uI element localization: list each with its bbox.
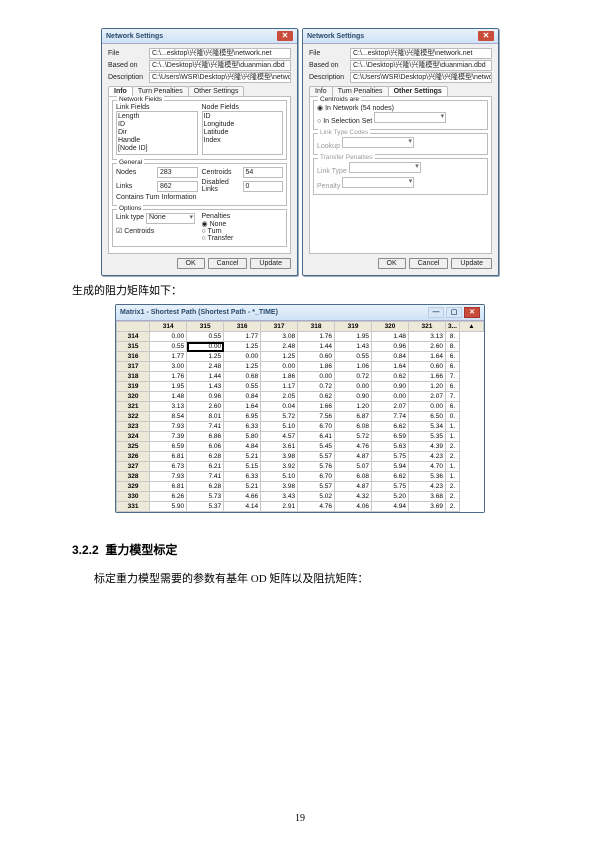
link-type-codes-fieldset: Lookup: [313, 133, 488, 155]
column-header: Link Fields: [116, 104, 198, 111]
tp-penalty-dropdown: [342, 177, 414, 188]
close-icon[interactable]: ✕: [277, 31, 293, 41]
centroids-fieldset: In Network (54 nodes) In Selection Set: [313, 100, 488, 130]
update-button[interactable]: Update: [250, 258, 291, 269]
disabled-links-value: 0: [243, 181, 284, 192]
tab-info[interactable]: Info: [309, 86, 333, 96]
window-title: Network Settings: [106, 33, 163, 40]
cancel-button[interactable]: Cancel: [409, 258, 449, 269]
file-path-field: C:\...esktop\兴隆\兴隆模型\network.net: [149, 48, 291, 59]
ok-button[interactable]: OK: [378, 258, 406, 269]
ok-button[interactable]: OK: [177, 258, 205, 269]
selection-set-dropdown[interactable]: [374, 112, 446, 123]
general-fieldset: Nodes283 Centroids54 Links862 Disabled L…: [112, 163, 287, 206]
description-field: C:\Users\WSR\Desktop\兴隆\兴隆模型\network.net: [350, 72, 492, 83]
paragraph: 标定重力模型需要的参数有基年 OD 矩阵以及阻抗矩阵：: [72, 570, 528, 586]
matrix-table[interactable]: 3143153163173183193203213...▲3140.000.55…: [116, 321, 484, 512]
contains-turn-info: Contains Turn Information: [116, 194, 283, 201]
column-header: Node Fields: [202, 104, 284, 111]
link-fields-list[interactable]: Length ID Dir Handle [Node ID]: [116, 111, 198, 155]
tab-other-settings[interactable]: Other Settings: [388, 86, 448, 96]
tab-turn-penalties[interactable]: Turn Penalties: [332, 86, 389, 96]
link-type-dropdown[interactable]: None: [146, 213, 195, 224]
links-value: 862: [157, 181, 198, 192]
label: Description: [108, 74, 146, 81]
matrix-window: Matrix1 - Shortest Path (Shortest Path -…: [115, 304, 485, 513]
centroids-in-network-radio[interactable]: In Network (54 nodes): [317, 104, 484, 112]
transfer-penalties-fieldset: Link Type Penalty: [313, 158, 488, 195]
page-number: 19: [0, 813, 600, 824]
matrix-window-title: Matrix1 - Shortest Path (Shortest Path -…: [120, 309, 278, 316]
update-button[interactable]: Update: [451, 258, 492, 269]
minimize-icon[interactable]: —: [428, 307, 444, 318]
close-icon[interactable]: ✕: [478, 31, 494, 41]
tab-other-settings[interactable]: Other Settings: [188, 86, 245, 96]
file-path-field: C:\...esktop\兴隆\兴隆模型\network.net: [350, 48, 492, 59]
centroids-checkbox[interactable]: Centroids: [116, 227, 198, 235]
description-field: C:\Users\WSR\Desktop\兴隆\兴隆模型\network.net: [149, 72, 291, 83]
network-fields-fieldset: Link Fields Length ID Dir Handle [Node I…: [112, 100, 287, 160]
label: File: [108, 50, 146, 57]
lookup-dropdown: [342, 137, 414, 148]
tab-info[interactable]: Info: [108, 86, 133, 96]
maximize-icon[interactable]: ▢: [446, 307, 462, 318]
centroids-in-selection-radio[interactable]: In Selection Set: [317, 112, 484, 125]
network-settings-dialog-left: Network Settings ✕ File C:\...esktop\兴隆\…: [101, 28, 298, 276]
close-icon[interactable]: ✕: [464, 307, 480, 318]
based-on-field: C:\..\Desktop\兴隆\兴隆模型\duanmian.dbd: [350, 60, 492, 71]
label: Based on: [108, 62, 146, 69]
penalty-transfer-radio[interactable]: Transfer: [202, 235, 284, 242]
tab-turn-penalties[interactable]: Turn Penalties: [132, 86, 189, 96]
nodes-value: 283: [157, 167, 198, 178]
tp-link-type-dropdown: [349, 162, 421, 173]
penalty-none-radio[interactable]: None: [202, 220, 284, 228]
options-fieldset: Link type None Centroids Penalties None …: [112, 209, 287, 247]
cancel-button[interactable]: Cancel: [208, 258, 248, 269]
paragraph: 生成的阻力矩阵如下：: [72, 282, 528, 298]
window-title: Network Settings: [307, 33, 364, 40]
penalty-turn-radio[interactable]: Turn: [202, 228, 284, 235]
node-fields-list[interactable]: ID Longitude Latitude Index: [202, 111, 284, 155]
centroids-value: 54: [243, 167, 284, 178]
network-settings-dialog-right: Network Settings ✕ FileC:\...esktop\兴隆\兴…: [302, 28, 499, 276]
section-heading: 3.2.2 重力模型标定: [72, 541, 528, 558]
based-on-field: C:\..\Desktop\兴隆\兴隆模型\duanmian.dbd: [149, 60, 291, 71]
